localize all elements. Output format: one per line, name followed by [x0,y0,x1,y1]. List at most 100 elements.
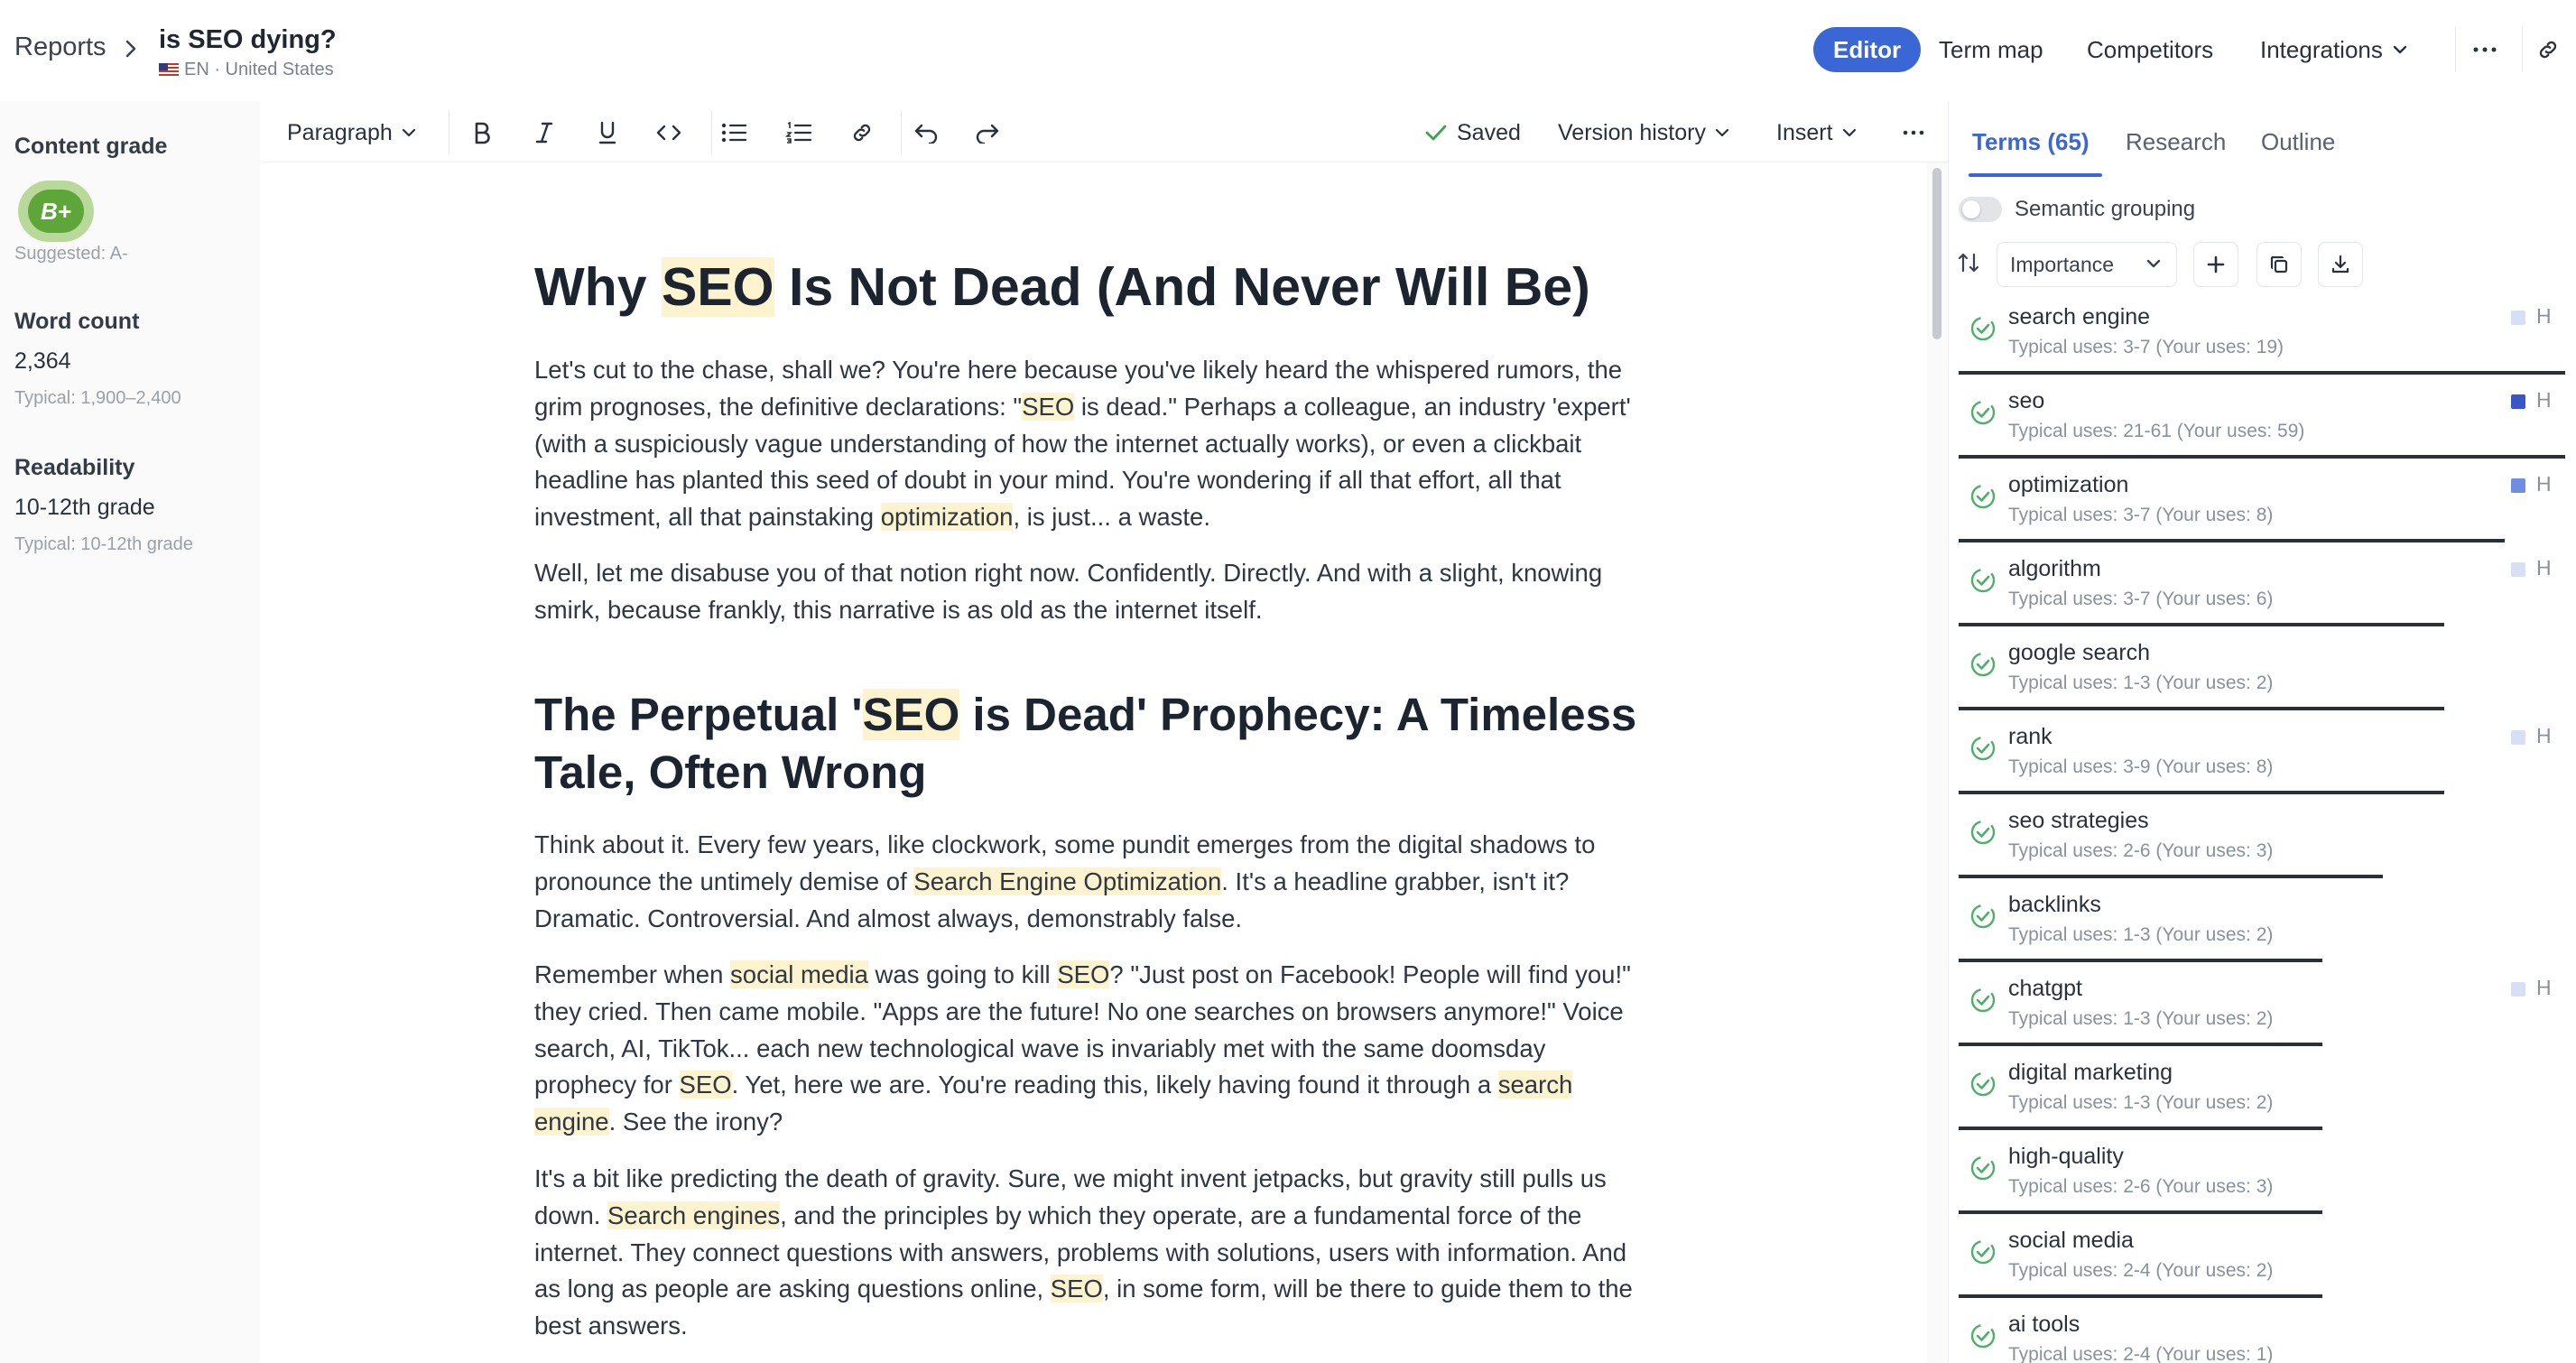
term-name: ai tools [2008,1312,2080,1337]
term-usage-bar [1959,623,2444,626]
document-title[interactable]: is SEO dying? [159,25,337,55]
article-heading[interactable]: The Perpetual 'SEO is Dead' Prophecy: A … [534,686,1726,802]
term-row[interactable]: chatgpt Typical uses: 1-3 (Your uses: 2) H [1959,965,2565,1049]
term-row[interactable]: seo strategies Typical uses: 2-6 (Your us… [1959,797,2565,881]
term-row[interactable]: backlinks Typical uses: 1-3 (Your uses: 2… [1959,881,2565,965]
term-name: digital marketing [2008,1060,2173,1085]
word-count-typical: Typical: 1,900–2,400 [14,388,181,408]
term-typical-uses: Typical uses: 1-3 (Your uses: 2) [2008,924,2274,945]
term-row[interactable]: rank Typical uses: 3-9 (Your uses: 8) H [1959,713,2565,797]
link-icon[interactable] [850,114,874,152]
suggested-grade: Suggested: A- [14,244,128,264]
term-typical-uses: Typical uses: 2-6 (Your uses: 3) [2008,840,2274,861]
copy-icon[interactable] [2256,242,2302,287]
bold-icon[interactable] [471,114,493,152]
sort-select[interactable]: Importance [1997,242,2177,287]
flag-icon [159,63,179,77]
term-row[interactable]: search engine Typical uses: 3-7 (Your use… [1959,293,2565,377]
editor-scrollbar-thumb[interactable] [1932,168,1941,339]
term-usage-bar [1959,707,2444,710]
article-paragraph[interactable]: It's a bit like predicting the death of … [534,1161,1654,1345]
readability-typical: Typical: 10-12th grade [14,534,193,554]
paragraph-style-select[interactable]: Paragraph [287,114,416,152]
term-name: high-quality [2008,1144,2124,1169]
italic-icon[interactable] [534,114,554,152]
readability-value: 10-12th grade [14,495,155,520]
article-paragraph[interactable]: Remember when social media was going to … [534,957,1654,1141]
link-icon[interactable] [2525,27,2571,72]
term-name: backlinks [2008,892,2101,917]
more-icon[interactable] [2462,27,2507,72]
tab-outline[interactable]: Outline [2261,128,2335,156]
divider [711,110,712,153]
tab-terms[interactable]: Terms (65) [1972,128,2090,156]
sort-select-value: Importance [2010,252,2115,276]
bullet-list-icon[interactable] [720,114,747,152]
insert-label: Insert [1776,119,1833,145]
check-circle-icon [1969,987,1997,1014]
term-highlight: SEO [661,257,774,317]
term-usage-bar [1959,455,2565,459]
nav-integrations[interactable]: Integrations [2260,27,2408,72]
term-usage-bar [1959,1043,2322,1046]
term-highlight: SEO [1022,392,1075,421]
term-name: rank [2008,724,2052,749]
nav-term-map[interactable]: Term map [1939,27,2043,72]
download-icon[interactable] [2318,242,2363,287]
check-circle-icon [1969,1322,1997,1349]
nav-competitors[interactable]: Competitors [2087,27,2213,72]
code-icon[interactable] [655,114,682,152]
divider [2522,27,2523,72]
term-importance-marker [2511,730,2525,745]
term-usage-bar [1959,875,2383,878]
sort-icon[interactable] [1957,251,1980,274]
term-row[interactable]: digital marketing Typical uses: 1-3 (Your… [1959,1049,2565,1133]
check-circle-icon [1969,1238,1997,1266]
version-history-label: Version history [1558,119,1706,145]
redo-icon[interactable] [975,114,1000,152]
term-typical-uses: Typical uses: 3-7 (Your uses: 6) [2008,589,2274,609]
term-typical-uses: Typical uses: 1-3 (Your uses: 2) [2008,672,2274,693]
paragraph-style-label: Paragraph [287,119,393,145]
check-icon [1425,125,1447,141]
document-locale: EN · United States [159,60,334,80]
semantic-grouping-toggle[interactable] [1959,197,2002,222]
term-row[interactable]: seo Typical uses: 21-61 (Your uses: 59) H [1959,377,2565,461]
term-row[interactable]: optimization Typical uses: 3-7 (Your uses… [1959,461,2565,545]
term-name: algorithm [2008,556,2101,581]
nav-editor[interactable]: Editor [1813,27,1922,72]
term-row[interactable]: social media Typical uses: 2-4 (Your uses… [1959,1217,2565,1301]
version-history-button[interactable]: Version history [1558,114,1729,152]
term-heading-flag: H [2536,724,2552,747]
term-row[interactable]: google search Typical uses: 1-3 (Your use… [1959,629,2565,713]
term-importance-marker [2511,982,2525,997]
term-row[interactable]: ai tools Typical uses: 2-4 (Your uses: 1) [1959,1301,2565,1363]
insert-button[interactable]: Insert [1776,114,1857,152]
term-typical-uses: Typical uses: 3-7 (Your uses: 19) [2008,337,2284,357]
more-icon[interactable] [1903,114,1924,152]
term-name: chatgpt [2008,976,2083,1001]
term-name: social media [2008,1228,2134,1253]
tab-research[interactable]: Research [2126,128,2226,156]
content-grade-label: Content grade [14,134,168,159]
article-title[interactable]: Why SEO Is Not Dead (And Never Will Be) [534,257,1590,317]
editor-toolbar: Paragraph Saved Version history Insert [262,101,1948,162]
term-row[interactable]: algorithm Typical uses: 3-7 (Your uses: 6… [1959,545,2565,629]
term-highlight: SEO [1050,1275,1103,1303]
term-usage-bar [1959,1127,2322,1130]
content-grade-value: B+ [28,190,84,233]
term-usage-bar [1959,959,2322,962]
numbered-list-icon[interactable] [785,114,812,152]
underline-icon[interactable] [598,114,617,152]
undo-icon[interactable] [913,114,939,152]
term-row[interactable]: high-quality Typical uses: 2-6 (Your uses… [1959,1133,2565,1217]
breadcrumb-reports[interactable]: Reports [14,32,107,62]
plus-icon[interactable] [2193,242,2238,287]
article-paragraph[interactable]: Well, let me disabuse you of that notion… [534,555,1654,629]
article-paragraph[interactable]: Think about it. Every few years, like cl… [534,827,1654,937]
term-heading-flag: H [2536,304,2552,328]
term-name: seo [2008,388,2045,413]
editor-scrollbar[interactable] [1927,162,1948,1363]
nav-integrations-label: Integrations [2260,35,2383,63]
article-paragraph[interactable]: Let's cut to the chase, shall we? You're… [534,352,1654,536]
